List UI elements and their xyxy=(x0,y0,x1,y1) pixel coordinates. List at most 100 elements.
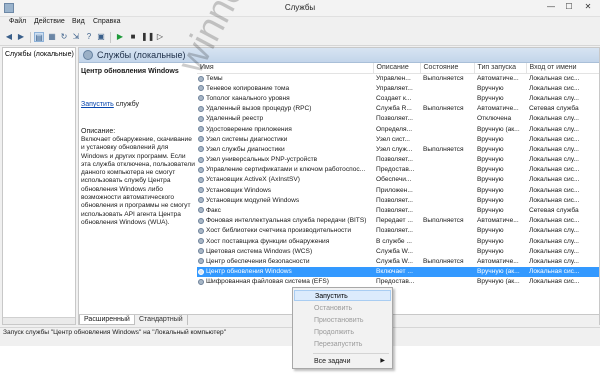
column-header-state[interactable]: Состояние xyxy=(420,63,475,74)
service-name-cell: Узел службы диагностики xyxy=(197,144,373,154)
table-row[interactable]: Установщик Windows Приложен... Вручную Лока… xyxy=(197,185,599,195)
table-row[interactable]: Узел системы диагностики Узел сист... Вруч… xyxy=(197,134,599,144)
service-startup-type-cell: Отключена xyxy=(477,115,512,123)
service-gear-icon xyxy=(198,125,204,132)
column-header-description[interactable]: Описание xyxy=(373,63,421,74)
tree-item-services-local[interactable]: Службы (локальные) xyxy=(5,51,74,58)
table-row[interactable]: Центр обновления Windows Включает ... Вруч… xyxy=(197,266,599,277)
menu-file[interactable]: Файл xyxy=(9,18,26,25)
service-logon-cell: Локальная сис... xyxy=(529,166,580,174)
service-state-cell xyxy=(420,236,474,246)
menu-help[interactable]: Справка xyxy=(93,18,120,25)
context-menu-resume[interactable]: Продолжить xyxy=(294,327,391,338)
restart-icon[interactable]: ▷ xyxy=(155,32,165,42)
services-pane: Службы (локальные) Центр обновления Wind… xyxy=(78,47,600,325)
refresh-icon[interactable]: ↻ xyxy=(59,32,69,42)
context-menu-start[interactable]: Запустить xyxy=(294,290,391,301)
console-tree-icon[interactable]: ▤ xyxy=(34,32,44,42)
minimize-button[interactable]: — xyxy=(545,2,557,11)
table-row[interactable]: Теневое копирование тома Управляет... Вруч… xyxy=(197,83,599,93)
console-tree: Службы (локальные) xyxy=(2,47,76,325)
status-text: Запуск службы "Центр обновления Windows"… xyxy=(3,329,227,336)
service-gear-icon xyxy=(198,166,204,173)
service-state-cell xyxy=(420,246,474,256)
service-name: Центр обеспечения безопасности xyxy=(206,257,310,265)
table-row[interactable]: Тополог канального уровня Создает к... Вру… xyxy=(197,93,599,103)
maximize-button[interactable]: ☐ xyxy=(563,2,575,11)
table-row[interactable]: Узел службы диагностики Узел служ... Выпол… xyxy=(197,144,599,154)
tree-horizontal-scrollbar[interactable] xyxy=(3,317,75,324)
service-name: Цветовая система Windows (WCS) xyxy=(206,247,313,255)
table-row[interactable]: Центр обеспечения безопасности Служба W..… xyxy=(197,256,599,266)
table-header-row: Имя Описание Состояние Тип запуска Вход … xyxy=(197,63,599,74)
services-table: Имя Описание Состояние Тип запуска Вход … xyxy=(197,63,599,287)
close-button[interactable]: ✕ xyxy=(582,2,594,11)
properties-icon[interactable]: ▦ xyxy=(47,32,57,42)
table-row[interactable]: Удаленный реестр Позволяет... Отключена Лок… xyxy=(197,114,599,124)
table-row[interactable]: Установщик модулей Windows Позволяет... Вр… xyxy=(197,195,599,205)
context-menu-pause[interactable]: Приостановить xyxy=(294,315,391,326)
context-menu: Запустить Остановить Приостановить Продо… xyxy=(292,287,393,369)
service-name: Управление сертификатами и ключом работо… xyxy=(206,166,366,174)
table-row[interactable]: Управление сертификатами и ключом работо… xyxy=(197,165,599,175)
column-header-logon-as[interactable]: Вход от имени xyxy=(526,63,599,74)
service-state-cell xyxy=(420,155,474,165)
back-icon[interactable]: ◀ xyxy=(4,32,14,42)
table-row[interactable]: Хост поставщика функции обнаружения В слу… xyxy=(197,236,599,246)
table-row[interactable]: Хост библиотеки счетчика производительно… xyxy=(197,226,599,236)
column-header-name[interactable]: Имя xyxy=(197,63,374,74)
column-header-startup-type[interactable]: Тип запуска xyxy=(474,63,527,74)
service-gear-icon xyxy=(198,136,204,143)
service-description-cell: Позволяет... xyxy=(376,115,413,123)
view-icon[interactable]: ▣ xyxy=(96,32,106,42)
service-description-cell: Узел служ... xyxy=(376,145,413,153)
context-menu-all-tasks[interactable]: Все задачи ▶ xyxy=(294,356,391,367)
service-gear-icon xyxy=(198,95,204,102)
pause-icon[interactable]: ❚❚ xyxy=(141,32,154,42)
service-logon-cell: Локальная слу... xyxy=(529,237,579,245)
export-icon[interactable]: ⇲ xyxy=(71,32,81,42)
table-row[interactable]: Шифрованная файловая система (EFS) Предос… xyxy=(197,277,599,287)
service-gear-icon xyxy=(198,146,204,153)
service-description-cell: Приложен... xyxy=(376,186,413,194)
service-name: Узел службы диагностики xyxy=(206,145,285,153)
start-service-link[interactable]: Запустить xyxy=(81,101,114,108)
table-row[interactable]: Удаленный вызов процедур (RPC) Служба R..… xyxy=(197,104,599,114)
all-tasks-label: Все задачи xyxy=(314,358,351,365)
service-name-cell: Узел универсальных PNP-устройств xyxy=(197,155,373,165)
start-icon[interactable]: ▶ xyxy=(115,32,125,42)
table-row[interactable]: Темы Управлен... Выполняется Автоматиче... Л… xyxy=(197,73,599,83)
table-row[interactable]: Фоновая интеллектуальная служба передачи… xyxy=(197,216,599,226)
service-startup-type-cell: Вручную xyxy=(477,145,504,153)
service-gear-icon xyxy=(198,105,204,112)
table-row[interactable]: Установщик ActiveX (AxInstSV) Обеспечи...… xyxy=(197,175,599,185)
table-row[interactable]: Удостоверение приложения Определя... Вручн… xyxy=(197,124,599,134)
service-state-cell xyxy=(420,83,474,93)
menu-view[interactable]: Вид xyxy=(72,18,85,25)
service-description-cell: Управлен... xyxy=(376,74,411,82)
service-name: Хост поставщика функции обнаружения xyxy=(206,237,330,245)
gear-icon xyxy=(83,50,93,60)
context-menu-restart[interactable]: Перезапустить xyxy=(294,339,391,350)
service-logon-cell: Локальная сис... xyxy=(529,84,580,92)
stop-icon[interactable]: ■ xyxy=(128,32,138,42)
table-row[interactable]: Узел универсальных PNP-устройств Позволяе… xyxy=(197,155,599,165)
tab-extended[interactable]: Расширенный xyxy=(79,315,135,325)
help-icon[interactable]: ? xyxy=(84,32,94,42)
menu-action[interactable]: Действие xyxy=(34,18,65,25)
service-description-cell: Узел сист... xyxy=(376,135,410,143)
service-logon-cell: Локальная слу... xyxy=(529,227,579,235)
service-gear-icon xyxy=(198,176,204,183)
table-row[interactable]: Цветовая система Windows (WCS) Служба W..… xyxy=(197,246,599,256)
table-row[interactable]: Факс Позволяет... Вручную Сетевая служба xyxy=(197,205,599,215)
service-description-cell: Позволяет... xyxy=(376,156,413,164)
submenu-arrow-icon: ▶ xyxy=(380,358,385,364)
service-description-cell: Служба W... xyxy=(376,257,413,265)
service-name: Факс xyxy=(206,207,221,215)
tab-standard[interactable]: Стандартный xyxy=(135,315,188,325)
service-name-cell: Хост поставщика функции обнаружения xyxy=(197,236,373,246)
forward-icon[interactable]: ▶ xyxy=(16,32,26,42)
menu-bar: Файл Действие Вид Справка xyxy=(0,17,600,29)
context-menu-stop[interactable]: Остановить xyxy=(294,303,391,314)
service-name: Узел системы диагностики xyxy=(206,135,288,143)
